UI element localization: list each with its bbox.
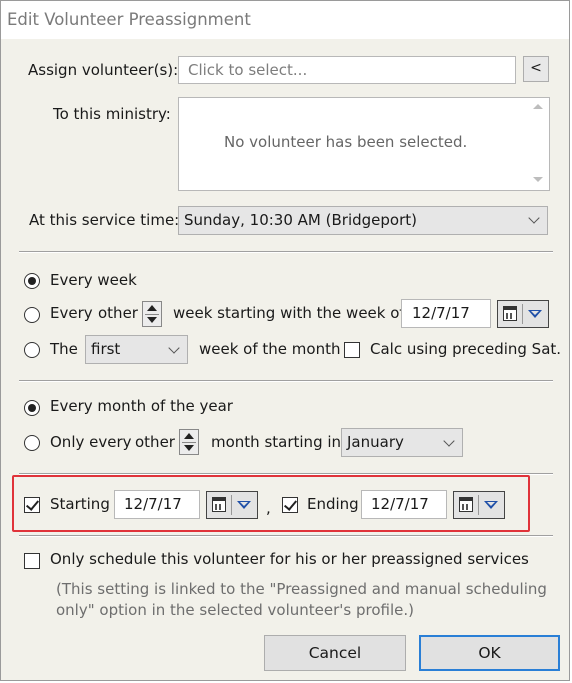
divider: [19, 535, 553, 537]
divider: [19, 380, 553, 382]
ending-label: Ending: [307, 495, 359, 513]
month-start-select[interactable]: January: [341, 428, 463, 457]
assign-volunteers-placeholder: Click to select...: [188, 61, 308, 79]
stepper-up-icon[interactable]: [184, 433, 194, 439]
starting-date-value: 12/7/17: [124, 495, 182, 513]
dialog-window: Edit Volunteer Preassignment Assign volu…: [0, 0, 570, 681]
select-volunteer-button[interactable]: <: [523, 56, 549, 82]
every-month-label: Every month of the year: [50, 397, 233, 415]
starting-date-input[interactable]: 12/7/17: [114, 490, 200, 519]
radio-every-month[interactable]: [24, 400, 40, 416]
ministry-empty-text: No volunteer has been selected.: [224, 133, 468, 151]
stepper-up-icon[interactable]: [147, 305, 157, 311]
week-starting-label: week starting with the week of: [173, 304, 405, 322]
starting-calendar-button[interactable]: [206, 491, 258, 519]
every-week-label: Every week: [50, 271, 137, 289]
ministry-list[interactable]: No volunteer has been selected.: [178, 97, 550, 191]
chevron-down-icon: [443, 435, 455, 447]
preassigned-only-label: Only schedule this volunteer for his or …: [50, 550, 529, 568]
month-start-value: January: [347, 433, 404, 451]
date-range-comma: ,: [266, 499, 271, 517]
dropdown-arrow-icon: [528, 310, 542, 318]
other-months-label: other: [135, 433, 175, 451]
ending-date-value: 12/7/17: [371, 495, 429, 513]
week-of-month-label: week of the month: [199, 340, 341, 358]
calendar-icon: [503, 306, 517, 321]
chevron-down-icon: [528, 212, 540, 224]
stepper-down-icon[interactable]: [184, 445, 194, 451]
radio-every-other-month[interactable]: [24, 435, 40, 451]
dropdown-arrow-icon: [237, 501, 251, 509]
calc-preceding-sat-checkbox[interactable]: [344, 342, 360, 358]
scroll-down-icon[interactable]: [533, 177, 543, 182]
calendar-icon: [212, 497, 226, 512]
week-ordinal-select[interactable]: first: [85, 335, 188, 364]
stepper-down-icon[interactable]: [147, 317, 157, 323]
radio-every-other-week[interactable]: [24, 307, 40, 323]
service-time-select[interactable]: Sunday, 10:30 AM (Bridgeport): [178, 206, 548, 235]
week-start-date-input[interactable]: 12/7/17: [401, 299, 491, 328]
chevron-down-icon: [168, 342, 180, 354]
the-label: The: [50, 340, 78, 358]
starting-label: Starting: [50, 495, 110, 513]
dropdown-arrow-icon: [484, 501, 498, 509]
ministry-label: To this ministry:: [53, 105, 171, 123]
radio-nth-week[interactable]: [24, 342, 40, 358]
assign-volunteers-input[interactable]: Click to select...: [178, 56, 516, 84]
preassigned-only-checkbox[interactable]: [24, 553, 40, 569]
service-time-value: Sunday, 10:30 AM (Bridgeport): [184, 211, 417, 229]
ending-date-input[interactable]: 12/7/17: [361, 490, 447, 519]
preassigned-note-line2: only" option in the selected volunteer's…: [56, 601, 414, 619]
only-every-label: Only every: [50, 433, 132, 451]
radio-every-week[interactable]: [24, 273, 40, 289]
week-start-date-value: 12/7/17: [412, 304, 470, 322]
title-bar: Edit Volunteer Preassignment: [1, 1, 569, 39]
calendar-icon: [459, 497, 473, 512]
cancel-button[interactable]: Cancel: [264, 635, 406, 671]
scroll-up-icon[interactable]: [533, 104, 543, 109]
every-label: Every: [50, 304, 93, 322]
other-weeks-label: other: [98, 304, 138, 322]
month-starting-label: month starting in: [211, 433, 342, 451]
ending-checkbox[interactable]: [282, 497, 298, 513]
ok-button[interactable]: OK: [419, 635, 560, 671]
preassigned-note-line1: (This setting is linked to the "Preassig…: [56, 580, 547, 598]
starting-checkbox[interactable]: [24, 497, 40, 513]
ending-calendar-button[interactable]: [453, 491, 505, 519]
week-interval-stepper[interactable]: [142, 301, 162, 327]
service-time-label: At this service time:: [29, 211, 180, 229]
month-interval-stepper[interactable]: [179, 429, 199, 455]
week-start-calendar-button[interactable]: [497, 300, 549, 328]
window-title: Edit Volunteer Preassignment: [7, 10, 251, 29]
divider: [19, 251, 553, 253]
week-ordinal-value: first: [91, 340, 121, 358]
assign-volunteers-label: Assign volunteer(s):: [28, 61, 179, 79]
calc-preceding-sat-label: Calc using preceding Sat.: [370, 340, 562, 358]
